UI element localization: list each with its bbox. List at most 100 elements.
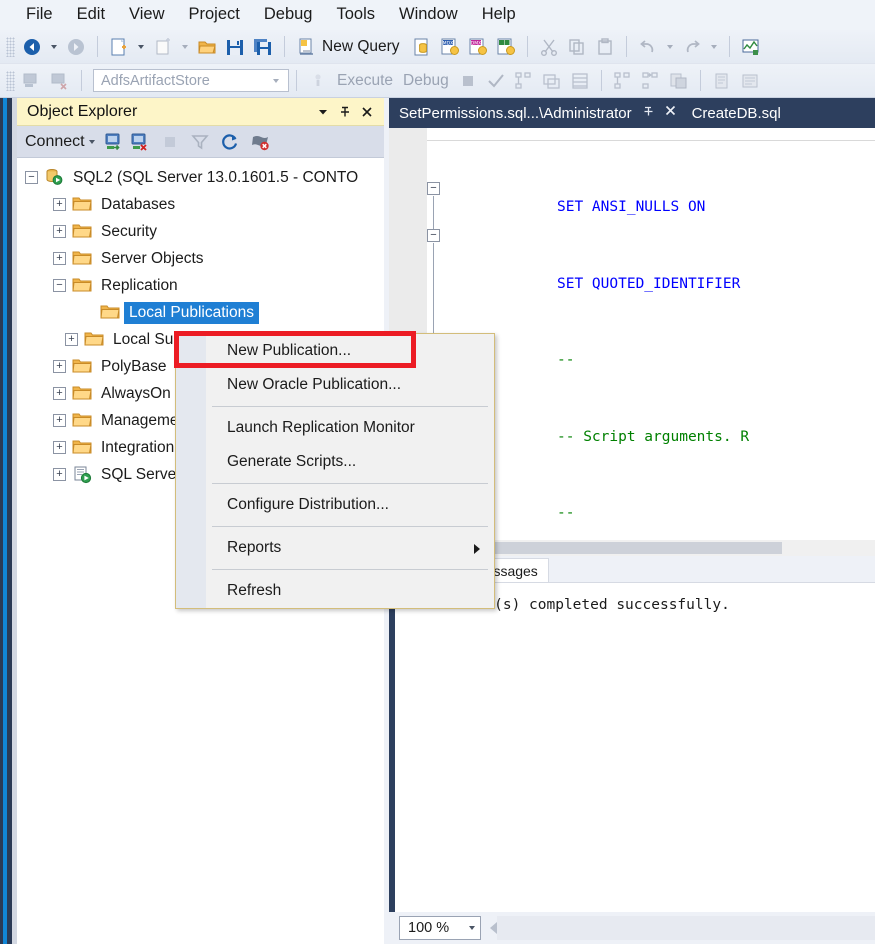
- tree-node-replication[interactable]: − Replication: [17, 272, 384, 299]
- filter-icon[interactable]: [189, 131, 211, 153]
- expander-plus-icon[interactable]: +: [53, 387, 66, 400]
- connect-caret-icon[interactable]: [88, 139, 95, 144]
- disconnect-server-icon[interactable]: [129, 131, 151, 153]
- new-project-caret-icon[interactable]: [182, 44, 188, 49]
- redo-button[interactable]: [678, 34, 706, 60]
- execute-label[interactable]: Execute: [332, 72, 398, 90]
- menu-item-help[interactable]: Help: [470, 3, 528, 27]
- tree-node-server[interactable]: − SQL2 (SQL Server 13.0.1601.5 - CONTO: [17, 164, 384, 191]
- undo-button[interactable]: [634, 34, 662, 60]
- menu-item-label: New Publication...: [227, 342, 352, 359]
- comment-lines-button[interactable]: [736, 68, 764, 94]
- actual-plan-button[interactable]: [609, 68, 637, 94]
- menu-item-configure-distribution[interactable]: Configure Distribution...: [176, 488, 494, 522]
- menu-item-new-oracle-publication[interactable]: New Oracle Publication...: [176, 368, 494, 402]
- expander-minus-icon[interactable]: −: [25, 171, 38, 184]
- expander-plus-icon[interactable]: +: [53, 198, 66, 211]
- new-project-button[interactable]: [149, 34, 177, 60]
- refresh-icon[interactable]: [219, 131, 241, 153]
- copy-button[interactable]: [563, 34, 591, 60]
- db-engine-query-button[interactable]: [408, 34, 436, 60]
- menu-item-refresh[interactable]: Refresh: [176, 574, 494, 608]
- statusbar-scroll-track[interactable]: [497, 916, 875, 940]
- connect-server-icon[interactable]: [103, 131, 125, 153]
- new-query-doc-button[interactable]: [105, 34, 133, 60]
- tab-createdb-sql[interactable]: CreateDB.sql: [683, 98, 787, 128]
- activity-monitor-button[interactable]: [737, 34, 765, 60]
- menu-item-generate-scripts[interactable]: Generate Scripts...: [176, 445, 494, 479]
- navigate-back-button[interactable]: [18, 34, 46, 60]
- menu-item-edit[interactable]: Edit: [65, 3, 117, 27]
- undo-caret-icon[interactable]: [666, 44, 673, 49]
- pin-icon[interactable]: [642, 105, 655, 121]
- save-all-button[interactable]: [249, 34, 277, 60]
- expander-plus-icon[interactable]: +: [53, 360, 66, 373]
- stop-action-icon[interactable]: [249, 131, 271, 153]
- menu-item-new-publication[interactable]: New Publication...: [174, 331, 494, 368]
- menu-item-launch-replication-monitor[interactable]: Launch Replication Monitor: [176, 411, 494, 445]
- tab-setpermissions-sql[interactable]: SetPermissions.sql...\Administrator: [389, 98, 683, 128]
- toolbar-grip[interactable]: [6, 36, 15, 57]
- chevron-down-icon: [469, 926, 475, 930]
- connect-object-explorer-button[interactable]: [18, 68, 46, 94]
- navigate-forward-button[interactable]: [62, 34, 90, 60]
- expander-plus-icon[interactable]: +: [53, 225, 66, 238]
- estimated-plan-button[interactable]: [510, 68, 538, 94]
- paste-button[interactable]: [591, 34, 619, 60]
- available-databases-combo[interactable]: AdfsArtifactStore: [93, 69, 289, 92]
- menu-item-window[interactable]: Window: [387, 3, 470, 27]
- query-options-button[interactable]: [538, 68, 566, 94]
- results-to-text-button[interactable]: [665, 68, 693, 94]
- expander-plus-icon[interactable]: +: [53, 441, 66, 454]
- zoom-level-combo[interactable]: 100 %: [399, 916, 481, 940]
- menu-item-view[interactable]: View: [117, 3, 176, 27]
- navigate-back-caret-icon[interactable]: [51, 44, 57, 49]
- navigate-back-icon: [21, 36, 43, 58]
- menu-item-file[interactable]: File: [14, 3, 65, 27]
- stop-icon[interactable]: [159, 131, 181, 153]
- stop-button[interactable]: [454, 68, 482, 94]
- results-to-file-button[interactable]: [708, 68, 736, 94]
- results-to-grid-button[interactable]: [566, 68, 594, 94]
- open-file-button[interactable]: [193, 34, 221, 60]
- save-button[interactable]: [221, 34, 249, 60]
- menu-item-project[interactable]: Project: [177, 3, 252, 27]
- expander-plus-icon[interactable]: +: [53, 252, 66, 265]
- client-statistics-button[interactable]: [637, 68, 665, 94]
- connect-label[interactable]: Connect: [25, 133, 85, 151]
- outline-collapse-2[interactable]: −: [427, 229, 440, 242]
- expander-plus-icon[interactable]: +: [65, 333, 78, 346]
- close-icon[interactable]: [356, 101, 378, 123]
- debug-label[interactable]: Debug: [398, 72, 454, 90]
- tree-node-server-objects[interactable]: + Server Objects: [17, 245, 384, 272]
- tree-node-security[interactable]: + Security: [17, 218, 384, 245]
- outline-collapse-1[interactable]: −: [427, 182, 440, 195]
- expander-minus-icon[interactable]: −: [53, 279, 66, 292]
- parse-check-button[interactable]: [482, 68, 510, 94]
- disconnect-object-explorer-button[interactable]: [46, 68, 74, 94]
- cut-button[interactable]: [535, 34, 563, 60]
- results-pane[interactable]: Command(s) completed successfully.: [389, 582, 875, 913]
- save-all-icon: [252, 36, 274, 58]
- menu-item-debug[interactable]: Debug: [252, 3, 325, 27]
- toolbar-grip-2[interactable]: [6, 70, 15, 91]
- menu-item-tools[interactable]: Tools: [324, 3, 387, 27]
- dmx-query-icon: DMX: [467, 36, 489, 58]
- redo-caret-icon[interactable]: [710, 44, 717, 49]
- submenu-arrow-icon: [474, 544, 480, 554]
- scroll-left-icon[interactable]: [490, 922, 497, 934]
- parse-button[interactable]: [304, 68, 332, 94]
- new-query-doc-caret-icon[interactable]: [138, 44, 144, 49]
- pin-icon[interactable]: [334, 101, 356, 123]
- tree-node-databases[interactable]: + Databases: [17, 191, 384, 218]
- dmx-query-button[interactable]: DMX: [464, 34, 492, 60]
- tree-node-local-publications[interactable]: Local Publications: [17, 299, 384, 326]
- expander-plus-icon[interactable]: +: [53, 468, 66, 481]
- xmla-query-button[interactable]: [492, 34, 520, 60]
- chevron-down-icon[interactable]: [312, 101, 334, 123]
- mdx-query-button[interactable]: MDX: [436, 34, 464, 60]
- close-icon[interactable]: [664, 104, 677, 122]
- expander-plus-icon[interactable]: +: [53, 414, 66, 427]
- new-query-button[interactable]: New Query: [292, 34, 408, 60]
- menu-item-reports[interactable]: Reports: [176, 531, 494, 565]
